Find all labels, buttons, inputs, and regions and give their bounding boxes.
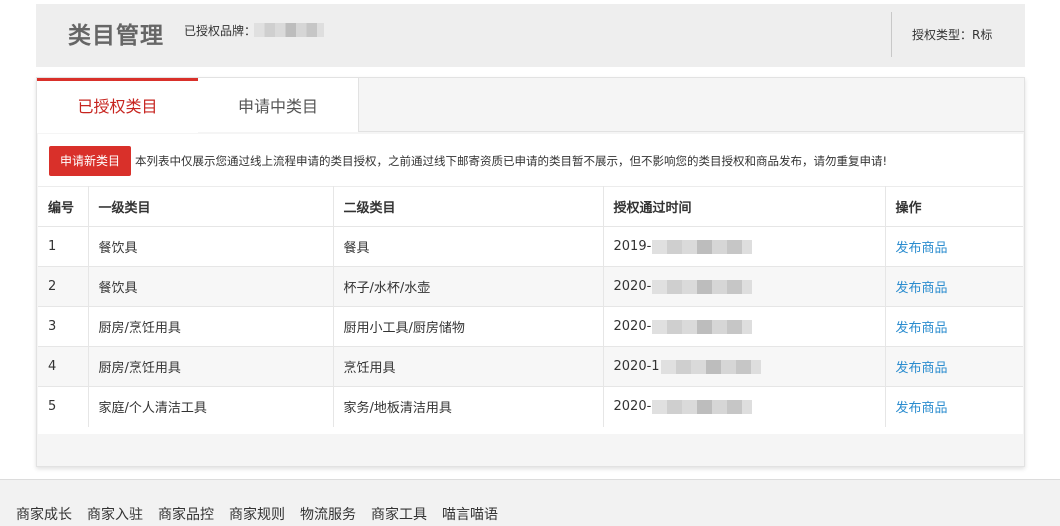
approval-time: 2020-1 [603, 346, 886, 387]
publish-product-label[interactable]: 发布商品 [896, 321, 948, 336]
column-header-level2: 二级类目 [333, 186, 604, 227]
column-header-level1: 一级类目 [88, 186, 334, 227]
level2-category: 餐具 [333, 226, 604, 267]
level2-category: 杯子/水杯/水壶 [333, 266, 604, 307]
table-row: 5 家庭/个人清洁工具 家务/地板清洁用具 2020- 发布商品 [38, 386, 1023, 427]
approval-time: 2020- [603, 266, 886, 307]
publish-product-link[interactable]: 发布商品 [885, 346, 1023, 387]
publish-product-label[interactable]: 发布商品 [896, 241, 948, 256]
approval-time-redacted [652, 279, 753, 294]
footer: 商家成长 商家入驻 商家品控 商家规则 物流服务 商家工具 喵言喵语 [0, 480, 1060, 526]
tab-bar: 已授权类目 申请中类目 [37, 78, 1024, 133]
footer-link-merchant-rules[interactable]: 商家规则 [229, 504, 285, 524]
footer-link-merchant-onboarding[interactable]: 商家入驻 [87, 504, 143, 524]
publish-product-label[interactable]: 发布商品 [896, 401, 948, 416]
level1-category: 餐饮具 [88, 226, 334, 267]
level1-category: 餐饮具 [88, 266, 334, 307]
page-title: 类目管理 [68, 23, 164, 49]
table-row: 1 餐饮具 餐具 2019- 发布商品 [38, 226, 1023, 267]
authorized-brand-redacted [254, 23, 324, 37]
publish-product-link[interactable]: 发布商品 [885, 306, 1023, 347]
level1-category: 厨房/烹饪用具 [88, 306, 334, 347]
column-header-approval-time: 授权通过时间 [603, 186, 886, 227]
table-row: 2 餐饮具 杯子/水杯/水壶 2020- 发布商品 [38, 266, 1023, 307]
tab-pending-categories[interactable]: 申请中类目 [198, 78, 359, 132]
tab-authorized-categories[interactable]: 已授权类目 [37, 78, 198, 133]
level1-category: 厨房/烹饪用具 [88, 346, 334, 387]
approval-time-prefix: 2020- [613, 399, 652, 415]
footer-nav: 商家成长 商家入驻 商家品控 商家规则 物流服务 商家工具 喵言喵语 [16, 504, 498, 524]
approval-time-prefix: 2020-1 [613, 359, 660, 374]
approval-time: 2019- [603, 226, 886, 267]
notice-text: 本列表中仅展示您通过线上流程申请的类目授权，之前通过线下邮寄资质已申请的类目暂不… [135, 154, 888, 168]
header-divider [891, 12, 892, 57]
approval-time-redacted [652, 319, 753, 334]
footer-link-merchant-tools[interactable]: 商家工具 [371, 504, 427, 524]
publish-product-link[interactable]: 发布商品 [885, 226, 1023, 267]
row-number: 2 [38, 266, 89, 307]
apply-new-category-button[interactable]: 申请新类目 [49, 146, 131, 176]
publish-product-label[interactable]: 发布商品 [896, 281, 948, 296]
row-number: 3 [38, 306, 89, 347]
page-header: 类目管理 已授权品牌： 授权类型：R标 [36, 4, 1025, 67]
level1-category: 家庭/个人清洁工具 [88, 386, 334, 427]
publish-product-link[interactable]: 发布商品 [885, 266, 1023, 307]
level2-category: 家务/地板清洁用具 [333, 386, 604, 427]
level2-category: 厨用小工具/厨房储物 [333, 306, 604, 347]
footer-link-miao-yan[interactable]: 喵言喵语 [442, 504, 498, 524]
authorized-brand-label: 已授权品牌： [184, 24, 257, 38]
approval-time-prefix: 2019- [613, 239, 652, 254]
footer-link-quality-control[interactable]: 商家品控 [158, 504, 214, 524]
column-header-action: 操作 [885, 186, 1023, 227]
authorization-type: 授权类型：R标 [912, 28, 993, 42]
footer-link-logistics[interactable]: 物流服务 [300, 504, 356, 524]
approval-time-redacted [652, 399, 753, 414]
level2-category: 烹饪用具 [333, 346, 604, 387]
row-number: 1 [38, 226, 89, 267]
publish-product-link[interactable]: 发布商品 [885, 386, 1023, 427]
publish-product-label[interactable]: 发布商品 [896, 361, 948, 376]
approval-time-redacted [652, 239, 753, 254]
category-panel: 已授权类目 申请中类目 申请新类目 本列表中仅展示您通过线上流程申请的类目授权，… [36, 77, 1025, 467]
table-row: 3 厨房/烹饪用具 厨用小工具/厨房储物 2020- 发布商品 [38, 306, 1023, 347]
approval-time-prefix: 2020- [613, 279, 652, 294]
approval-time: 2020- [603, 386, 886, 427]
category-table: 编号 一级类目 二级类目 授权通过时间 操作 1 餐饮具 餐具 2019- 发布… [38, 186, 1023, 427]
approval-time-prefix: 2020- [613, 319, 652, 334]
table-header-row: 编号 一级类目 二级类目 授权通过时间 操作 [38, 186, 1023, 227]
row-number: 4 [38, 346, 89, 387]
row-number: 5 [38, 386, 89, 427]
approval-time-redacted [660, 359, 761, 374]
footer-link-merchant-growth[interactable]: 商家成长 [16, 504, 72, 524]
column-header-number: 编号 [38, 186, 89, 227]
table-row: 4 厨房/烹饪用具 烹饪用具 2020-1 发布商品 [38, 346, 1023, 387]
tab-content: 申请新类目 本列表中仅展示您通过线上流程申请的类目授权，之前通过线下邮寄资质已申… [38, 134, 1023, 434]
approval-time: 2020- [603, 306, 886, 347]
